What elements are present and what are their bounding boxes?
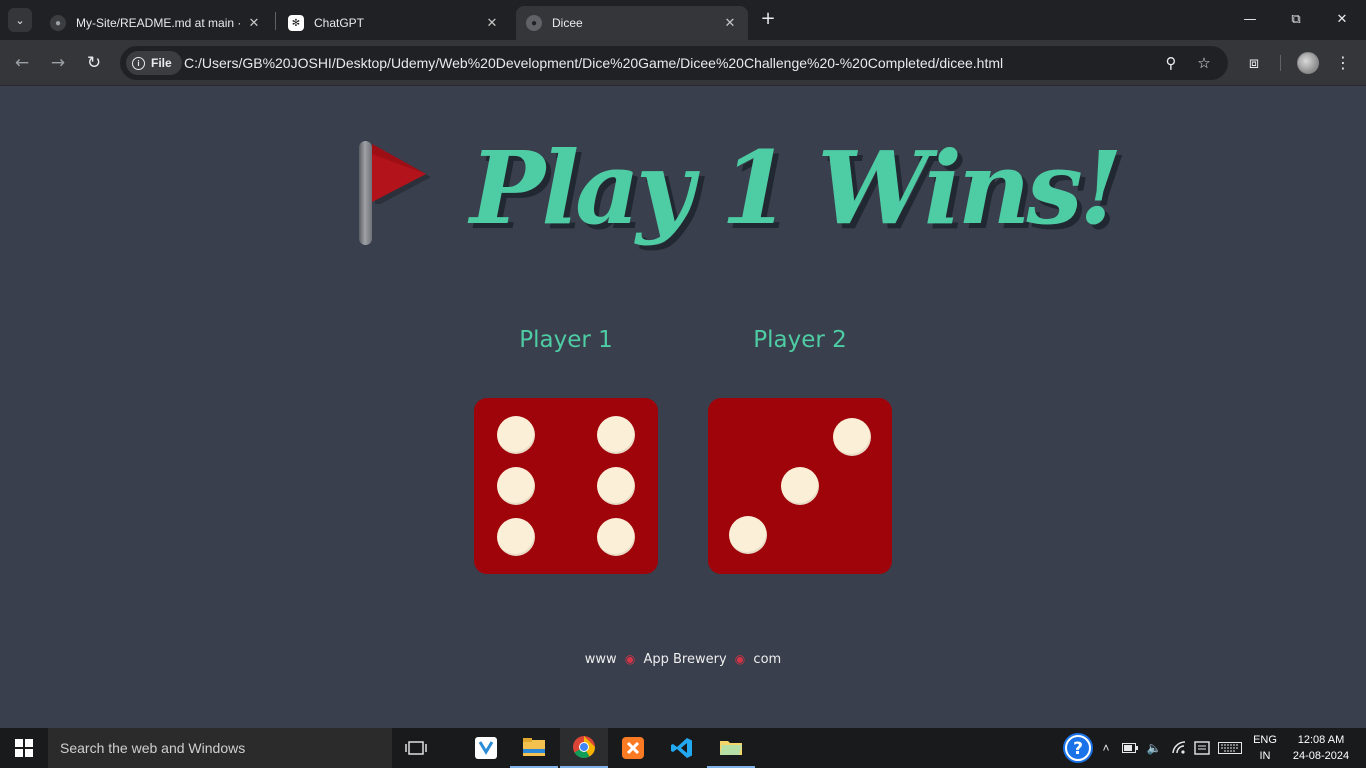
file-explorer-icon[interactable] [510,728,558,768]
menu-icon[interactable]: ⋮ [1331,51,1355,75]
tab-title: My-Site/README.md at main · [76,16,242,30]
chevron-up-icon[interactable]: ˄ [1097,728,1115,768]
clock-date: 24-08-2024 [1292,750,1350,762]
tab-strip: ⌄ ● My-Site/README.md at main · ✕ ✻ Chat… [0,0,1366,40]
reload-button[interactable]: ↻ [82,51,106,75]
zoom-icon[interactable]: ⚲ [1159,51,1183,75]
die-pip [497,518,536,557]
github-icon: ● [50,15,66,31]
die-pip [596,467,635,505]
footer-brand: App Brewery [643,652,727,667]
back-button[interactable]: ← [10,51,34,75]
tab-dicee[interactable]: ● Dicee ✕ [516,6,748,40]
battery-icon[interactable] [1119,728,1141,768]
footer-www: www [584,652,617,667]
die-pip [729,516,768,555]
tutanota-icon[interactable] [462,728,510,768]
chrome-icon[interactable] [560,728,608,768]
flag-icon [372,144,430,204]
help-icon[interactable]: ? [1060,728,1096,768]
footer: www ◉ App Brewery ◉ com [0,652,1366,667]
forward-button[interactable]: → [46,51,70,75]
site-info-label: File [151,56,172,70]
die-pip [497,415,536,454]
footer-com: com [753,652,782,667]
tab-title: ChatGPT [314,16,365,30]
tab-search-button[interactable]: ⌄ [8,8,32,32]
die-pip [497,467,536,505]
die-pip [596,518,635,557]
notification-icon[interactable] [1191,728,1213,768]
keyboard-icon[interactable] [1216,728,1244,768]
address-bar[interactable]: i File C:/Users/GB%20JOSHI/Desktop/Udemy… [120,46,1228,80]
xampp-icon[interactable] [609,728,657,768]
extensions-icon[interactable]: ⧈ [1242,51,1266,75]
bookmark-star-icon[interactable]: ☆ [1192,51,1216,75]
windows-taskbar: Search the web and Windows ? ˄ 🔈 ENG IN … [0,728,1366,768]
result-headline: Play 1 Wins! [470,129,1123,247]
player-1-label: Player 1 [519,327,613,353]
folder-icon[interactable] [707,728,755,768]
tab-divider [275,12,276,30]
close-icon[interactable]: ✕ [722,15,738,31]
close-icon[interactable]: ✕ [246,15,262,31]
volume-icon[interactable]: 🔈 [1143,728,1165,768]
clock-time: 12:08 AM [1297,734,1345,746]
url-text[interactable]: C:/Users/GB%20JOSHI/Desktop/Udemy/Web%20… [184,46,1003,80]
die-pip [781,467,819,505]
player-1-die [474,398,658,574]
tab-github-readme[interactable]: ● My-Site/README.md at main · ✕ [40,6,272,40]
taskbar-search-input[interactable]: Search the web and Windows [48,728,392,768]
start-button[interactable] [0,728,48,768]
restore-button[interactable]: ⧉ [1284,8,1308,32]
toolbar-divider [1280,55,1281,71]
task-view-icon[interactable] [392,728,440,768]
chevron-down-icon: ⌄ [15,13,25,27]
taskbar-clock[interactable]: 12:08 AM 24-08-2024 [1286,732,1356,764]
region-code: IN [1259,750,1271,762]
new-tab-button[interactable]: + [758,10,778,30]
wifi-icon[interactable] [1168,728,1190,768]
windows-logo-icon [15,739,33,757]
dice-icon: ◉ [734,652,746,666]
player-2-label: Player 2 [753,327,847,353]
close-icon[interactable]: ✕ [484,15,500,31]
die-pip [832,417,871,456]
globe-icon: ● [526,15,542,31]
player-2-die [708,398,892,574]
dicee-page: Play 1 Wins! Player 1 Player 2 www ◉ App… [0,87,1366,728]
minimize-button[interactable]: — [1238,8,1262,32]
tab-chatgpt[interactable]: ✻ ChatGPT ✕ [278,6,510,40]
browser-toolbar: ← → ↻ i File C:/Users/GB%20JOSHI/Desktop… [0,40,1366,86]
language-code: ENG [1253,734,1277,746]
profile-avatar[interactable] [1297,52,1319,74]
chatgpt-icon: ✻ [288,15,304,31]
close-window-button[interactable]: ✕ [1330,8,1354,32]
flag-pole [359,141,372,245]
die-pip [596,415,635,454]
site-info-chip[interactable]: i File [126,51,182,75]
language-indicator[interactable]: ENG IN [1249,732,1281,764]
tab-title: Dicee [552,16,583,30]
vscode-icon[interactable] [658,728,706,768]
dice-icon: ◉ [624,652,636,666]
info-icon: i [132,56,145,70]
svg-text:?: ? [1073,739,1083,759]
